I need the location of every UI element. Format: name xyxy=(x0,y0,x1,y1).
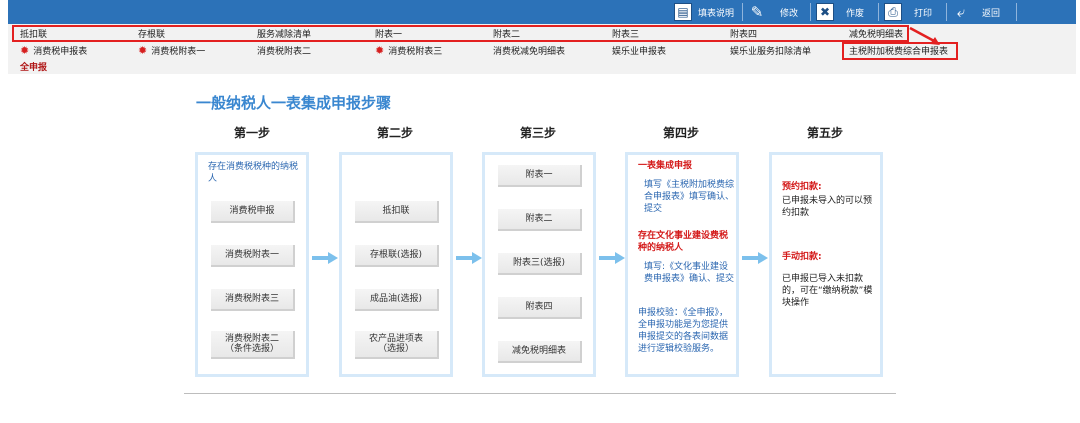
edit-button[interactable]: ✎ 修改 xyxy=(748,2,798,22)
step-3-item-schedule-4[interactable]: 附表四 xyxy=(498,297,582,319)
step-5-text-manual: 已申报已导入未扣款的，可在“缴纳税款”模块操作 xyxy=(782,274,873,309)
step-2-header: 第二步 xyxy=(376,126,413,140)
step-2-item-farm-products[interactable]: 农产品进项表 （选报） xyxy=(355,331,439,359)
step-4-header: 第四步 xyxy=(662,126,699,140)
gear-icon: ✹ xyxy=(138,44,148,57)
step-1-header: 第一步 xyxy=(233,126,270,140)
gear-icon: ✹ xyxy=(375,44,385,57)
step-3-item-exemption-detail[interactable]: 减免税明细表 xyxy=(498,341,582,363)
tab-entertainment-deduction-list[interactable]: 娱乐业服务扣除清单 xyxy=(730,44,811,57)
red-pointer-arrow-icon xyxy=(909,26,940,45)
step-1-column: 存在消费税税种的纳税人 消费税申报 消费税附表一 消费税附表三 消费税附表二 （… xyxy=(195,152,309,377)
step-4-heading-culture-fee: 存在文化事业建设费税种的纳税人 xyxy=(638,231,729,254)
step-3-item-schedule-3[interactable]: 附表三(选报) xyxy=(498,253,582,275)
arrow-right-icon xyxy=(599,252,625,264)
step-5-heading-manual: 手动扣款: xyxy=(782,252,822,262)
divider xyxy=(184,393,896,394)
step-1-note: 存在消费税税种的纳税人 xyxy=(208,162,299,185)
gear-icon: ✹ xyxy=(20,44,30,57)
tab-consumption-exemption-detail[interactable]: 消费税减免明细表 xyxy=(493,44,565,57)
step-3-item-schedule-2[interactable]: 附表二 xyxy=(498,209,582,231)
arrow-right-icon xyxy=(312,252,338,264)
step-1-item-consumption-schedule-1[interactable]: 消费税附表一 xyxy=(211,245,295,267)
step-1-item-consumption-return[interactable]: 消费税申报 xyxy=(211,201,295,223)
step-2-item-deduction-copy[interactable]: 抵扣联 xyxy=(355,201,439,223)
back-button[interactable]: ⤶ 返回 xyxy=(952,2,1000,22)
cancel-document-icon: ✖ xyxy=(816,3,834,21)
step-4-text-validation: 申报校验：《全申报》，全申报功能是为您提供申报提交的各表间数据进行逻辑校验服务。 xyxy=(638,308,729,355)
full-declaration-link[interactable]: 全申报 xyxy=(20,60,47,73)
document-icon: ▤ xyxy=(674,3,692,21)
tab-entertainment-return[interactable]: 娱乐业申报表 xyxy=(612,44,666,57)
step-2-item-refined-oil[interactable]: 成品油(选报) xyxy=(355,289,439,311)
pencil-icon: ✎ xyxy=(750,2,764,21)
step-2-column: 抵扣联 存根联(选报) 成品油(选报) 农产品进项表 （选报） xyxy=(339,152,453,377)
help-button[interactable]: ▤ 填表说明 xyxy=(674,2,734,22)
step-1-item-consumption-schedule-3[interactable]: 消费税附表三 xyxy=(211,289,295,311)
step-4-text-integrated: 填写《主税附加税费综合申报表》填写确认、提交 xyxy=(644,180,735,215)
step-4-column: 一表集成申报 填写《主税附加税费综合申报表》填写确认、提交 存在文化事业建设费税… xyxy=(625,152,739,377)
step-2-item-stub-copy[interactable]: 存根联(选报) xyxy=(355,245,439,267)
highlight-box-row1 xyxy=(12,25,909,42)
tab-consumption-schedule-1[interactable]: ✹ 消费税附表一 xyxy=(138,44,205,57)
toolbar: ▤ 填表说明 ✎ 修改 ✖ 作废 ⎙ 打印 ⤶ 返回 xyxy=(8,0,1076,24)
step-3-header: 第三步 xyxy=(519,126,556,140)
arrow-right-icon xyxy=(742,252,768,264)
print-button[interactable]: ⎙ 打印 xyxy=(884,2,932,22)
step-5-text-scheduled: 已申报未导入的可以预约扣款 xyxy=(782,196,873,219)
tab-consumption-tax-return[interactable]: ✹ 消费税申报表 xyxy=(20,44,87,57)
step-5-heading-scheduled: 预约扣款: xyxy=(782,182,822,192)
step-4-text-culture-fee: 填写:《文化事业建设费申报表》确认、提交 xyxy=(644,262,735,285)
step-1-item-consumption-schedule-2[interactable]: 消费税附表二 （条件选报） xyxy=(211,331,295,359)
step-5-header: 第五步 xyxy=(806,126,843,140)
tab-consumption-schedule-3[interactable]: ✹ 消费税附表三 xyxy=(375,44,442,57)
void-button[interactable]: ✖ 作废 xyxy=(816,2,864,22)
arrow-right-icon xyxy=(456,252,482,264)
printer-icon: ⎙ xyxy=(884,3,902,21)
step-3-column: 附表一 附表二 附表三(选报) 附表四 减免税明细表 xyxy=(482,152,596,377)
back-arrow-icon: ⤶ xyxy=(956,2,966,21)
step-3-item-schedule-1[interactable]: 附表一 xyxy=(498,165,582,187)
tab-consumption-schedule-2[interactable]: 消费税附表二 xyxy=(257,44,311,57)
step-4-heading-integrated: 一表集成申报 xyxy=(638,161,693,171)
step-5-column: 预约扣款: 已申报未导入的可以预约扣款 手动扣款: 已申报已导入未扣款的，可在“… xyxy=(769,152,883,377)
page-title: 一般纳税人一表集成申报步骤 xyxy=(196,94,392,112)
